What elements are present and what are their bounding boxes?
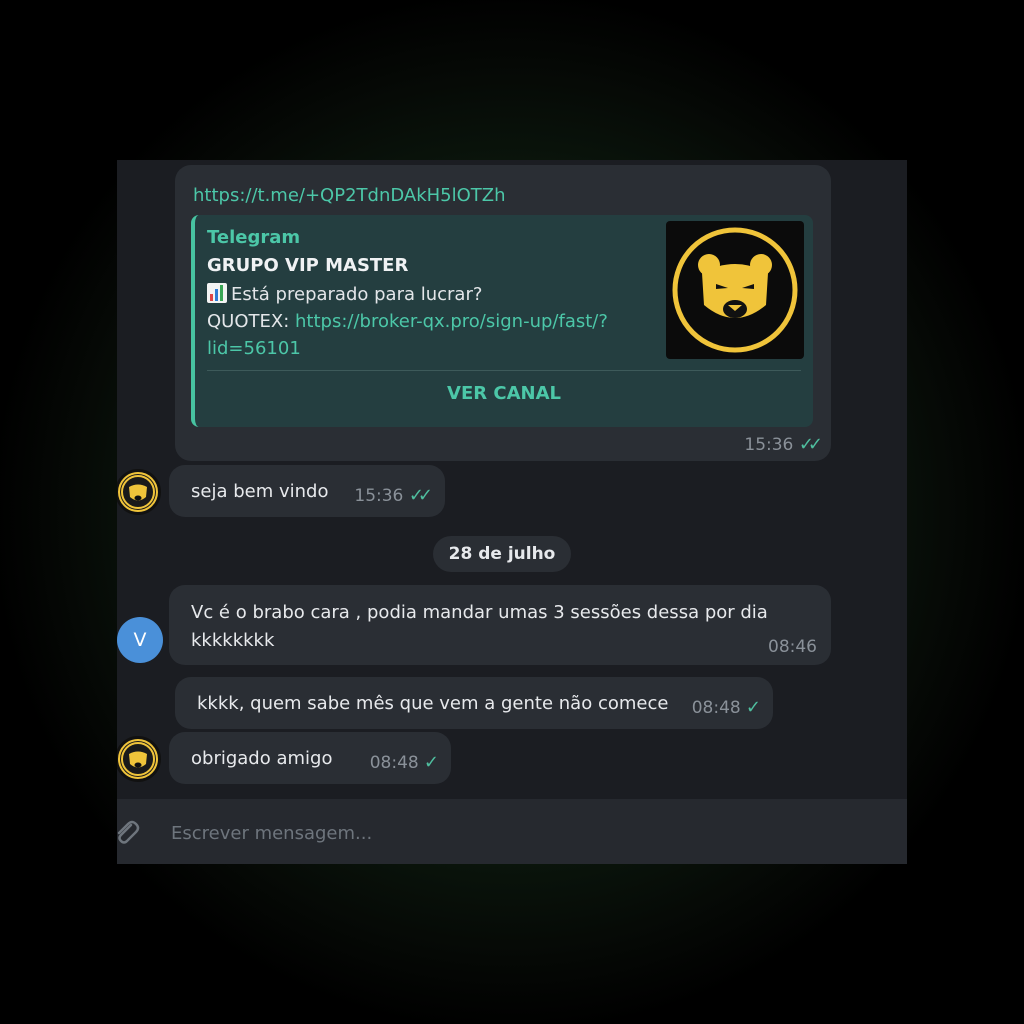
message-incoming[interactable]: Vc é o brabo cara , podia mandar umas 3 … (169, 585, 831, 665)
bear-logo-icon[interactable] (666, 221, 804, 359)
double-check-icon: ✓✓ (409, 485, 433, 506)
bear-avatar[interactable] (117, 736, 161, 782)
preview-desc-line1: Está preparado para lucrar? (231, 284, 483, 305)
message-text: seja bem vindo (191, 481, 329, 502)
bear-avatar[interactable] (117, 469, 161, 515)
preview-title: GRUPO VIP MASTER (207, 255, 409, 276)
preview-description: Está preparado para lucrar? QUOTEX: http… (207, 281, 637, 362)
message-time: 08:46 (768, 637, 817, 657)
message-meta: 15:36 ✓✓ (744, 434, 823, 455)
date-separator: 28 de julho (433, 536, 571, 572)
message-input[interactable] (169, 817, 873, 849)
message-time: 08:48 (691, 698, 741, 718)
check-icon: ✓ (424, 752, 439, 773)
message-time: 15:36 (354, 486, 404, 506)
chat-window: https://t.me/+QP2TdnDAkH5lOTZh Telegram … (117, 160, 907, 864)
message-text: obrigado amigo (191, 748, 333, 769)
preview-divider (207, 370, 801, 371)
message-line-2: kkkkkkkk (191, 630, 275, 651)
paperclip-icon[interactable] (117, 817, 141, 851)
view-channel-button[interactable]: VER CANAL (195, 383, 813, 404)
link-preview-card[interactable]: Telegram GRUPO VIP MASTER Está preparado… (191, 215, 813, 427)
message-text: Vc é o brabo cara , podia mandar umas 3 … (191, 599, 768, 655)
message-composer (117, 799, 907, 864)
message-reply-2[interactable]: obrigado amigo 08:48 ✓ (169, 732, 451, 784)
message-welcome[interactable]: seja bem vindo 15:36 ✓✓ (169, 465, 445, 517)
bar-chart-icon (207, 283, 227, 303)
message-line-1: Vc é o brabo cara , podia mandar umas 3 … (191, 602, 768, 623)
message-meta: 15:36 ✓✓ (354, 485, 433, 506)
preview-desc-label: QUOTEX: (207, 311, 295, 332)
message-text: kkkk, quem sabe mês que vem a gente não … (197, 693, 669, 714)
message-meta: 08:48 ✓ (369, 752, 439, 773)
message-meta: 08:48 ✓ (691, 697, 761, 718)
avatar[interactable]: V (117, 617, 163, 663)
double-check-icon: ✓✓ (799, 434, 823, 455)
preview-site-name: Telegram (207, 227, 301, 248)
message-url[interactable]: https://t.me/+QP2TdnDAkH5lOTZh (193, 185, 506, 206)
message-link-post[interactable]: https://t.me/+QP2TdnDAkH5lOTZh Telegram … (175, 165, 831, 461)
check-icon: ✓ (746, 697, 761, 718)
message-time: 15:36 (744, 435, 794, 455)
message-time: 08:48 (369, 753, 419, 773)
message-reply-1[interactable]: kkkk, quem sabe mês que vem a gente não … (175, 677, 773, 729)
